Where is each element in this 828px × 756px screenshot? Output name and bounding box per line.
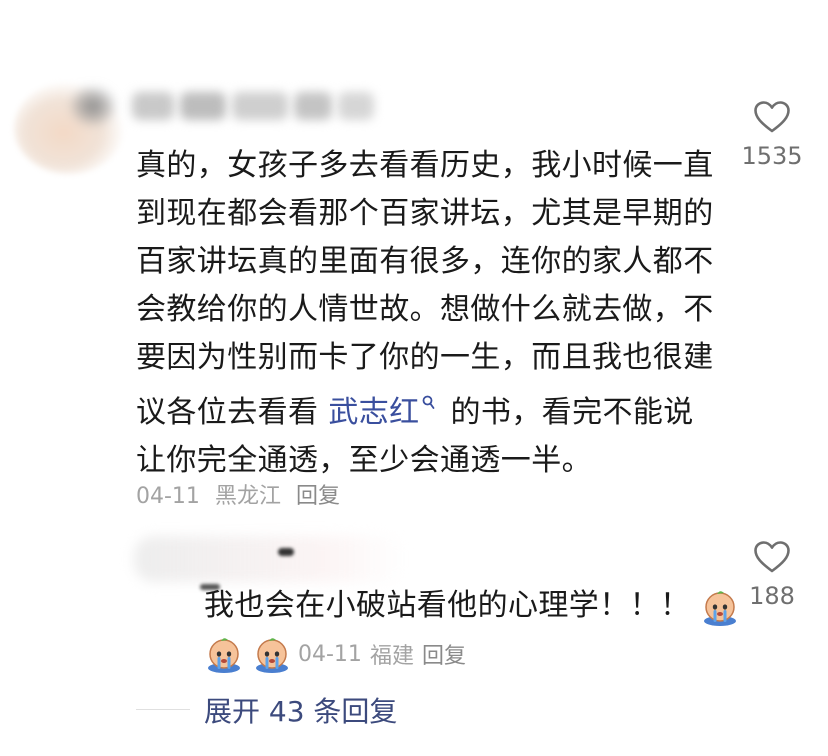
reply-like-count: 188 bbox=[749, 582, 795, 610]
comment-thread: 真的，女孩子多去看看历史，我小时候一直到现在都会看那个百家讲坛，尤其是早期的百家… bbox=[0, 0, 828, 756]
crying-face-emoji bbox=[204, 634, 244, 674]
comment-date: 04-11 bbox=[136, 484, 200, 509]
expand-replies-button[interactable]: 展开 43 条回复 bbox=[204, 690, 397, 730]
reply-avatar-blur-mark bbox=[278, 548, 294, 556]
like-count: 1535 bbox=[741, 142, 803, 170]
divider bbox=[136, 709, 190, 710]
heart-outline-icon bbox=[754, 101, 790, 133]
reply-like-button[interactable]: 188 bbox=[727, 540, 817, 610]
name-blur-block bbox=[232, 92, 288, 120]
heart-outline-icon bbox=[754, 541, 790, 573]
reply-text[interactable]: 我也会在小破站看他的心理学！！！ bbox=[204, 584, 740, 628]
keyword-link[interactable]: 武志红 bbox=[328, 395, 440, 430]
avatar[interactable] bbox=[14, 82, 124, 174]
reply-button[interactable]: 回复 bbox=[296, 484, 340, 509]
keyword-link-label: 武志红 bbox=[328, 395, 420, 430]
comment-text[interactable]: 真的，女孩子多去看看历史，我小时候一直到现在都会看那个百家讲坛，尤其是早期的百家… bbox=[136, 142, 716, 485]
reply-date: 04-11 bbox=[298, 641, 362, 667]
name-blur-block bbox=[132, 92, 174, 120]
name-blur-block bbox=[338, 92, 374, 120]
name-blur-block bbox=[180, 92, 226, 120]
crying-face-emoji bbox=[252, 634, 292, 674]
comment-location: 黑龙江 bbox=[214, 484, 281, 509]
reply-meta: 04-11 福建 回复 bbox=[204, 634, 474, 674]
reply-reply-button[interactable]: 回复 bbox=[422, 638, 466, 670]
search-icon bbox=[422, 395, 435, 416]
comment-text-part1: 真的，女孩子多去看看历史，我小时候一直到现在都会看那个百家讲坛，尤其是早期的百家… bbox=[136, 148, 714, 430]
name-blur-block bbox=[294, 92, 332, 120]
comment-meta: 04-11 黑龙江 回复 bbox=[136, 478, 348, 510]
reply-avatar[interactable] bbox=[134, 536, 406, 582]
reply-text-label: 我也会在小破站看他的心理学！！！ bbox=[204, 588, 691, 623]
like-button[interactable]: 1535 bbox=[727, 100, 817, 170]
reply-location: 福建 bbox=[369, 644, 414, 669]
